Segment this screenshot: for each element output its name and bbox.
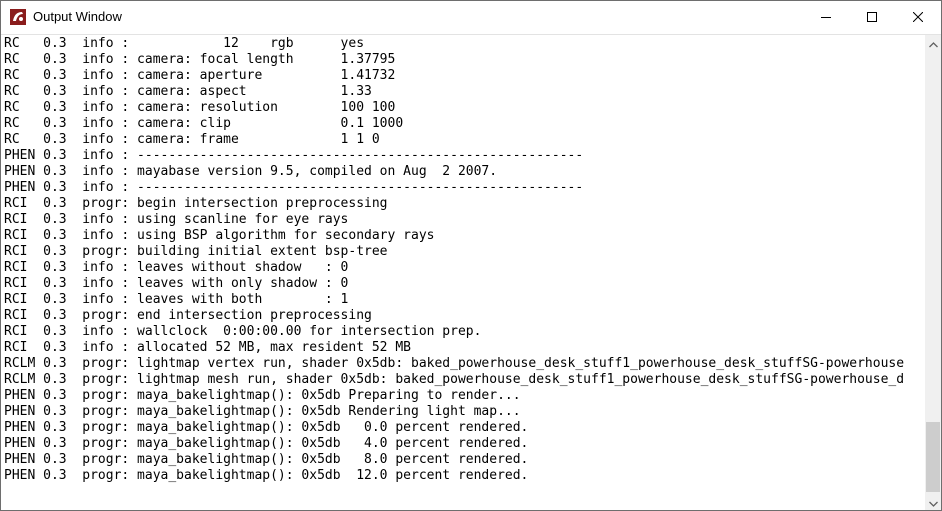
- log-line: PHEN 0.3 info : ------------------------…: [4, 148, 584, 163]
- log-line: RC 0.3 info : camera: aspect 1.33: [4, 84, 372, 99]
- log-line: RC 0.3 info : camera: resolution 100 100: [4, 100, 396, 115]
- log-line: RCI 0.3 progr: begin intersection prepro…: [4, 196, 388, 211]
- log-line: RC 0.3 info : 12 rgb yes: [4, 36, 365, 51]
- output-log-area[interactable]: RC 0.3 info : 12 rgb yes RC 0.3 info : ca…: [1, 35, 925, 510]
- window-title: Output Window: [33, 9, 122, 24]
- log-line: PHEN 0.3 progr: maya_bakelightmap(): 0x5…: [4, 404, 521, 419]
- log-line: PHEN 0.3 progr: maya_bakelightmap(): 0x5…: [4, 388, 521, 403]
- log-line: RCLM 0.3 progr: lightmap vertex run, sha…: [4, 356, 905, 371]
- log-line: PHEN 0.3 info : mayabase version 9.5, co…: [4, 164, 498, 179]
- log-line: RCI 0.3 info : allocated 52 MB, max resi…: [4, 340, 411, 355]
- log-line: RCI 0.3 info : leaves with only shadow :…: [4, 276, 349, 291]
- maya-app-icon[interactable]: [10, 9, 26, 25]
- log-line: RC 0.3 info : camera: clip 0.1 1000: [4, 116, 404, 131]
- scroll-up-button[interactable]: [925, 35, 941, 52]
- maximize-button[interactable]: [849, 1, 895, 34]
- log-line: PHEN 0.3 progr: maya_bakelightmap(): 0x5…: [4, 420, 529, 435]
- log-text: RC 0.3 info : 12 rgb yes RC 0.3 info : ca…: [4, 36, 904, 484]
- log-line: PHEN 0.3 progr: maya_bakelightmap(): 0x5…: [4, 468, 529, 483]
- output-window: Output Window RC 0.3 info : 12 rgb yes RC…: [0, 0, 942, 511]
- close-icon: [912, 9, 924, 27]
- minimize-button[interactable]: [803, 1, 849, 34]
- log-line: RCI 0.3 info : using BSP algorithm for s…: [4, 228, 435, 243]
- log-line: RC 0.3 info : camera: focal length 1.377…: [4, 52, 396, 67]
- title-bar[interactable]: Output Window: [1, 1, 941, 35]
- chevron-up-icon: [928, 35, 938, 53]
- log-line: PHEN 0.3 progr: maya_bakelightmap(): 0x5…: [4, 452, 529, 467]
- log-line: RCI 0.3 info : using scanline for eye ra…: [4, 212, 349, 227]
- log-line: PHEN 0.3 progr: maya_bakelightmap(): 0x5…: [4, 436, 529, 451]
- chevron-down-icon: [928, 494, 938, 511]
- log-line: RCI 0.3 info : wallclock 0:00:00.00 for …: [4, 324, 482, 339]
- log-line: RC 0.3 info : camera: frame 1 1 0: [4, 132, 380, 147]
- log-line: RCI 0.3 info : leaves without shadow : 0: [4, 260, 349, 275]
- log-line: RCLM 0.3 progr: lightmap mesh run, shade…: [4, 372, 905, 387]
- minimize-icon: [821, 9, 831, 27]
- log-line: RCI 0.3 info : leaves with both : 1: [4, 292, 349, 307]
- log-line: RC 0.3 info : camera: aperture 1.41732: [4, 68, 396, 83]
- close-button[interactable]: [895, 1, 941, 34]
- log-line: PHEN 0.3 info : ------------------------…: [4, 180, 584, 195]
- log-line: RCI 0.3 progr: building initial extent b…: [4, 244, 388, 259]
- scroll-down-button[interactable]: [925, 494, 941, 511]
- scrollbar-thumb[interactable]: [926, 422, 940, 492]
- vertical-scrollbar[interactable]: [925, 35, 941, 511]
- log-line: RCI 0.3 progr: end intersection preproce…: [4, 308, 372, 323]
- maximize-icon: [867, 9, 877, 27]
